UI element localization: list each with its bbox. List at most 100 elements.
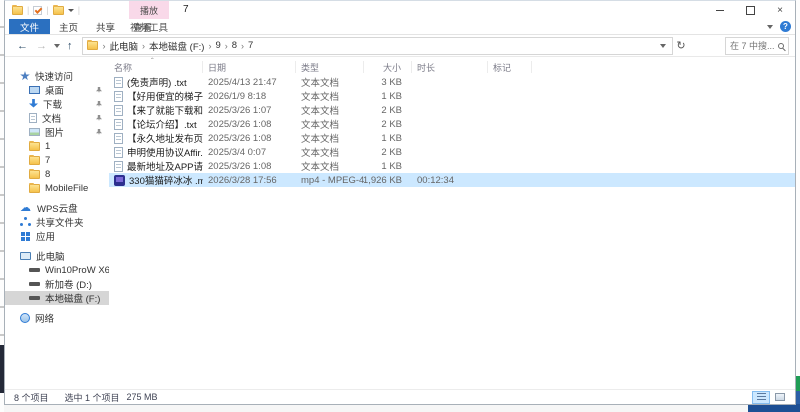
- sidebar-item-documents[interactable]: 文档: [5, 111, 109, 125]
- file-size: 3 KB: [364, 77, 412, 88]
- file-type: 文本文档: [296, 75, 364, 89]
- close-button[interactable]: ×: [765, 1, 795, 19]
- back-button[interactable]: ←: [13, 37, 32, 55]
- properties-check-icon[interactable]: [33, 6, 42, 15]
- breadcrumb-segment[interactable]: 7: [248, 40, 253, 51]
- sidebar-item-label: 新加卷 (D:): [45, 277, 92, 291]
- file-name: 最新地址及APP请...: [127, 159, 203, 173]
- details-view-button[interactable]: [752, 391, 770, 404]
- sidebar-item-label: 网络: [35, 311, 54, 325]
- folder-icon[interactable]: [12, 6, 23, 15]
- recent-locations-chevron-icon[interactable]: [51, 44, 63, 48]
- thumbnails-view-button[interactable]: [771, 391, 789, 404]
- breadcrumb: ›此电脑›本地磁盘 (F:)›9›8›7: [99, 39, 254, 53]
- sidebar-item-desktop[interactable]: 桌面: [5, 83, 109, 97]
- contextual-tab-group-play[interactable]: 播放: [129, 1, 169, 19]
- status-bar: 8 个项目 选中 1 个项目 275 MB: [5, 389, 795, 404]
- address-dropdown-chevron-icon[interactable]: [656, 44, 670, 48]
- file-row[interactable]: 申明使用协议Affir... 2025/3/4 0:07 文本文档 2 KB: [109, 145, 795, 159]
- ribbon-tab-row: 文件 主页 共享 查看 视频工具 ?: [5, 19, 795, 35]
- computer-icon: [20, 252, 31, 260]
- sidebar-item-pictures[interactable]: 图片: [5, 125, 109, 139]
- sidebar-item-drive-c[interactable]: Win10ProW X64 (C:): [5, 263, 109, 277]
- ribbon-collapse-chevron-icon[interactable]: [767, 25, 773, 29]
- column-header-type[interactable]: 类型: [296, 61, 364, 73]
- search-box[interactable]: [725, 37, 789, 55]
- drive-icon: [29, 282, 40, 286]
- forward-button[interactable]: →: [32, 37, 51, 55]
- help-icon[interactable]: ?: [780, 21, 791, 32]
- sidebar-item-label: WPS云盘: [37, 201, 78, 215]
- file-type: 文本文档: [296, 89, 364, 103]
- details-view-icon: [757, 393, 766, 401]
- column-headers: ˆ 名称 日期 类型 大小 时长 标记: [109, 59, 795, 75]
- refresh-icon[interactable]: ↻: [673, 39, 689, 52]
- column-header-tags[interactable]: 标记: [488, 61, 532, 73]
- file-row[interactable]: 【来了就能下载和... 2025/3/26 1:07 文本文档 2 KB: [109, 103, 795, 117]
- search-input[interactable]: [730, 41, 776, 51]
- file-row[interactable]: 最新地址及APP请... 2025/3/26 1:08 文本文档 1 KB: [109, 159, 795, 173]
- sidebar-item-this-pc[interactable]: 此电脑: [5, 249, 109, 263]
- sidebar-item-downloads[interactable]: 下载: [5, 97, 109, 111]
- file-type: 文本文档: [296, 103, 364, 117]
- sidebar-item-label: 文档: [42, 111, 61, 125]
- pin-icon: [96, 115, 102, 121]
- search-icon: [778, 43, 784, 49]
- txt-file-icon: [114, 91, 123, 102]
- column-header-date[interactable]: 日期: [203, 61, 296, 73]
- column-header-size[interactable]: 大小: [364, 61, 412, 73]
- sidebar-item-shared-folder[interactable]: 共享文件夹: [5, 215, 109, 229]
- sidebar-item-apps[interactable]: 应用: [5, 229, 109, 243]
- file-type: 文本文档: [296, 117, 364, 131]
- main-area: 快速访问 桌面 下载 文档 图片 1 7 8 MobileFile WPS云盘: [5, 57, 795, 389]
- tab-share[interactable]: 共享: [87, 19, 124, 34]
- file-list-pane: ˆ 名称 日期 类型 大小 时长 标记 (免责声明) .txt 2025/4/1…: [109, 57, 795, 389]
- customize-toolbar-caret-icon[interactable]: [68, 9, 74, 12]
- download-icon: [29, 99, 38, 109]
- file-row[interactable]: 【好用便宜的梯子... 2026/1/9 8:18 文本文档 1 KB: [109, 89, 795, 103]
- sidebar-item-quick-access[interactable]: 快速访问: [5, 69, 109, 83]
- sidebar-item-label: 快速访问: [35, 69, 73, 83]
- file-type: 文本文档: [296, 145, 364, 159]
- column-header-duration[interactable]: 时长: [412, 61, 488, 73]
- file-row[interactable]: 330猫猫碎冰冰 .mp4 2026/3/28 17:56 mp4 - MPEG…: [109, 173, 795, 187]
- file-row[interactable]: 【永久地址发布页... 2025/3/26 1:08 文本文档 1 KB: [109, 131, 795, 145]
- file-name: 申明使用协议Affir...: [127, 145, 203, 159]
- file-date: 2025/3/4 0:07: [203, 147, 296, 158]
- tab-file[interactable]: 文件: [9, 19, 50, 34]
- folder-icon: [29, 170, 40, 179]
- sidebar-item-label: 桌面: [45, 83, 64, 97]
- address-bar[interactable]: ›此电脑›本地磁盘 (F:)›9›8›7: [82, 37, 674, 55]
- tab-home[interactable]: 主页: [50, 19, 87, 34]
- file-date: 2025/3/26 1:08: [203, 161, 296, 172]
- minimize-button[interactable]: [705, 1, 735, 19]
- sidebar-item-drive-f[interactable]: 本地磁盘 (F:): [5, 291, 109, 305]
- sidebar-item-wps-cloud[interactable]: WPS云盘: [5, 201, 109, 215]
- txt-file-icon: [114, 77, 123, 88]
- tab-video-tools[interactable]: 视频工具: [129, 19, 169, 34]
- new-folder-icon[interactable]: [53, 6, 64, 15]
- title-bar[interactable]: | | | 播放 7 ×: [5, 1, 795, 19]
- breadcrumb-segment[interactable]: 此电脑: [110, 39, 139, 53]
- file-date: 2025/3/26 1:08: [203, 119, 296, 130]
- pin-icon: [96, 129, 102, 135]
- breadcrumb-segment[interactable]: 本地磁盘 (F:): [149, 39, 204, 53]
- background-window-right-edge: [796, 0, 800, 412]
- selection-count: 选中 1 个项目: [65, 391, 120, 404]
- sidebar-item-drive-d[interactable]: 新加卷 (D:): [5, 277, 109, 291]
- window-controls: ×: [705, 1, 795, 19]
- address-folder-icon: [87, 41, 98, 50]
- sidebar-item-folder-mobilefile[interactable]: MobileFile: [5, 181, 109, 195]
- maximize-button[interactable]: [735, 1, 765, 19]
- file-rows: (免责声明) .txt 2025/4/13 21:47 文本文档 3 KB 【好…: [109, 75, 795, 187]
- file-size: 2 KB: [364, 147, 412, 158]
- up-button[interactable]: ↑: [63, 37, 77, 55]
- quick-access-toolbar: | | |: [5, 6, 80, 15]
- sidebar-item-network[interactable]: 网络: [5, 311, 109, 325]
- column-header-name[interactable]: 名称: [109, 61, 203, 73]
- sidebar-item-folder-1[interactable]: 1: [5, 139, 109, 153]
- file-row[interactable]: (免责声明) .txt 2025/4/13 21:47 文本文档 3 KB: [109, 75, 795, 89]
- file-row[interactable]: 【论坛介绍】.txt 2025/3/26 1:08 文本文档 2 KB: [109, 117, 795, 131]
- sidebar-item-folder-8[interactable]: 8: [5, 167, 109, 181]
- sidebar-item-folder-7[interactable]: 7: [5, 153, 109, 167]
